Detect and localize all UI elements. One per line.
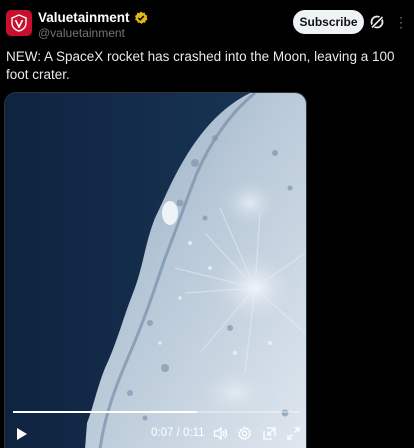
account-name[interactable]: Valuetainment <box>38 10 130 25</box>
video-progress-bar[interactable] <box>13 411 300 413</box>
volume-icon[interactable] <box>213 426 228 441</box>
picture-in-picture-icon[interactable] <box>262 426 277 441</box>
video-time-separator: / <box>173 427 183 439</box>
account-name-row[interactable]: Valuetainment <box>38 10 148 25</box>
grok-icon[interactable] <box>368 13 386 31</box>
video-duration: 0:11 <box>182 427 205 439</box>
valuetainment-logo-icon <box>11 14 27 32</box>
play-icon[interactable] <box>15 427 29 441</box>
subscribe-button[interactable]: Subscribe <box>293 10 364 34</box>
more-options-icon[interactable]: ⋮ <box>393 13 409 31</box>
video-player[interactable]: 0:07 / 0:11 <box>4 92 307 448</box>
settings-gear-icon[interactable] <box>237 426 252 441</box>
account-avatar[interactable] <box>6 10 32 36</box>
post-text: NEW: A SpaceX rocket has crashed into th… <box>6 49 395 82</box>
video-current-time: 0:07 <box>151 427 174 439</box>
video-progress-fill <box>13 411 197 413</box>
account-handle[interactable]: @valuetainment <box>38 26 125 40</box>
video-time: 0:07 / 0:11 <box>151 427 205 439</box>
video-controls: 0:07 / 0:11 <box>5 421 306 448</box>
verified-badge-icon <box>134 11 148 24</box>
moon-surface-video-frame <box>5 93 306 448</box>
post-card: Valuetainment @valuetainment Subscribe ⋮… <box>0 0 414 448</box>
fullscreen-icon[interactable] <box>286 426 301 441</box>
